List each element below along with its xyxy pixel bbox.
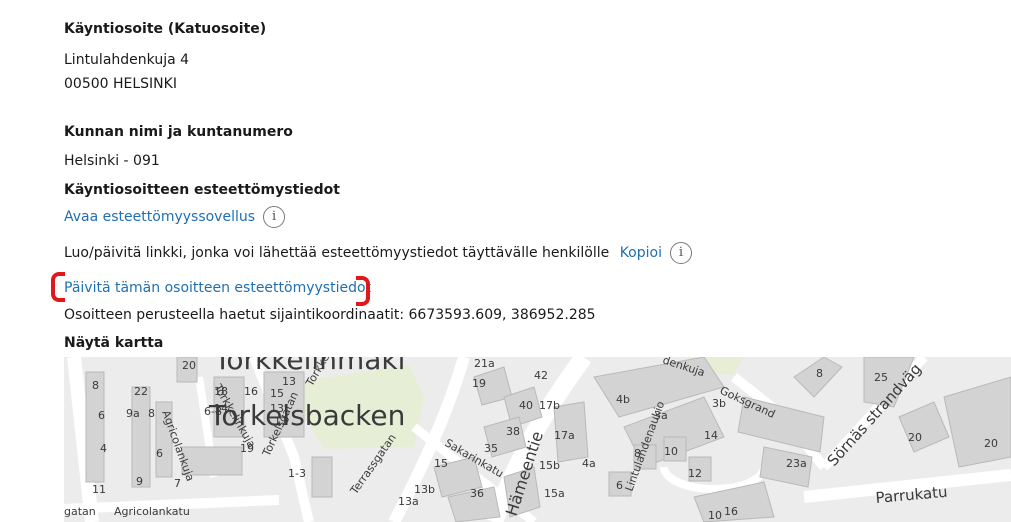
update-accessibility-link[interactable]: Päivitä tämän osoitteen esteettömyystied… [64,280,371,296]
house-number-label: 15b [539,459,560,472]
house-number-label: 8 [816,367,823,380]
house-number-label: 13a [398,495,419,508]
house-number-label: 11 [274,415,288,428]
house-number-label: 18 [214,385,228,398]
house-number-label: 22 [134,385,148,398]
map[interactable]: Torkkelinmäki Torkelsbacken Hämeentie Sö… [64,357,1011,522]
house-number-label: 20 [908,431,922,444]
coordinates-label: Osoitteen perusteella haetut sijaintikoo… [64,307,405,323]
house-number-label: 15 [434,457,448,470]
visiting-address-heading: Käyntiosoite (Katuosoite) [64,21,267,37]
house-number-label: 8 [148,407,155,420]
house-number-label: 42 [534,369,548,382]
share-link-row: Luo/päivitä linkki, jonka voi lähettää e… [64,242,692,264]
coordinates-row: Osoitteen perusteella haetut sijaintikoo… [64,307,596,323]
info-icon[interactable]: i [669,242,692,264]
house-number-label: 40 [519,399,533,412]
house-number-label: 6 [616,479,623,492]
house-number-label: 3a [654,409,668,422]
house-number-label: 4b [616,393,630,406]
postal-address: 00500 HELSINKI [64,76,177,92]
house-number-label: 19 [240,442,254,455]
map-heading: Näytä kartta [64,335,164,351]
house-number-label: 3b [712,397,726,410]
house-number-label: 16 [244,385,258,398]
house-number-label: 15 [270,387,284,400]
house-number-label: 9 [136,475,143,488]
house-number-label: 13 [282,375,296,388]
house-number-label: 20 [182,359,196,372]
house-number-label: 11 [92,483,106,496]
house-number-label: 17a [554,429,575,442]
house-number-label: 14 [704,429,718,442]
house-number-label: 25 [874,371,888,384]
house-number-label: 38 [506,425,520,438]
house-number-label: 36 [470,487,484,500]
house-number-label: 15a [544,487,565,500]
house-number-label: 19 [472,377,486,390]
house-number-label: 6 [156,447,163,460]
map-canvas[interactable]: Torkkelinmäki Torkelsbacken Hämeentie Sö… [64,357,1011,522]
street-address: Lintulahdenkuja 4 [64,52,190,68]
house-number-label: 9a [126,407,140,420]
open-accessibility-app-link[interactable]: Avaa esteettömyyssovellus [64,209,255,225]
house-number-label: 16 [724,505,738,518]
house-number-label: 4a [582,457,596,470]
highlight-bracket-right [356,276,370,306]
house-number-label: 10 [708,509,722,522]
house-number-label: 12 [688,467,702,480]
house-number-label: 8 [92,379,99,392]
house-number-label: 4 [100,442,107,455]
house-number-label: 13 [270,402,284,415]
house-number-label: 7 [174,477,181,490]
house-number-label: 35 [484,442,498,455]
house-number-label: 17b [539,399,560,412]
info-icon[interactable]: i [263,206,286,228]
house-number-label: 6 [98,409,105,422]
house-number-label: 21a [474,357,495,370]
map-label-agricolangatan: gatan [64,505,96,518]
highlight-bracket-left [51,272,65,302]
house-number-label: 20 [984,437,998,450]
house-number-label: 8 [634,447,641,460]
map-label-agricolankatu: Agricolankatu [114,505,190,518]
copy-link[interactable]: Kopioi [620,245,662,261]
share-link-text: Luo/päivitä linkki, jonka voi lähettää e… [64,245,610,261]
coordinates-value: 6673593.609, 386952.285 [408,307,596,323]
municipality-value: Helsinki - 091 [64,153,160,169]
house-number-label: 1-3 [288,467,306,480]
house-number-label: 23a [786,457,807,470]
accessibility-heading: Käyntiosoitteen esteettömystiedot [64,182,340,198]
update-row: Päivitä tämän osoitteen esteettömyystied… [64,280,371,296]
open-app-row: Avaa esteettömyyssovellus i [64,206,286,228]
house-number-label: 10 [664,445,678,458]
house-number-label: 6-8 [204,405,222,418]
municipality-heading: Kunnan nimi ja kuntanumero [64,124,293,140]
